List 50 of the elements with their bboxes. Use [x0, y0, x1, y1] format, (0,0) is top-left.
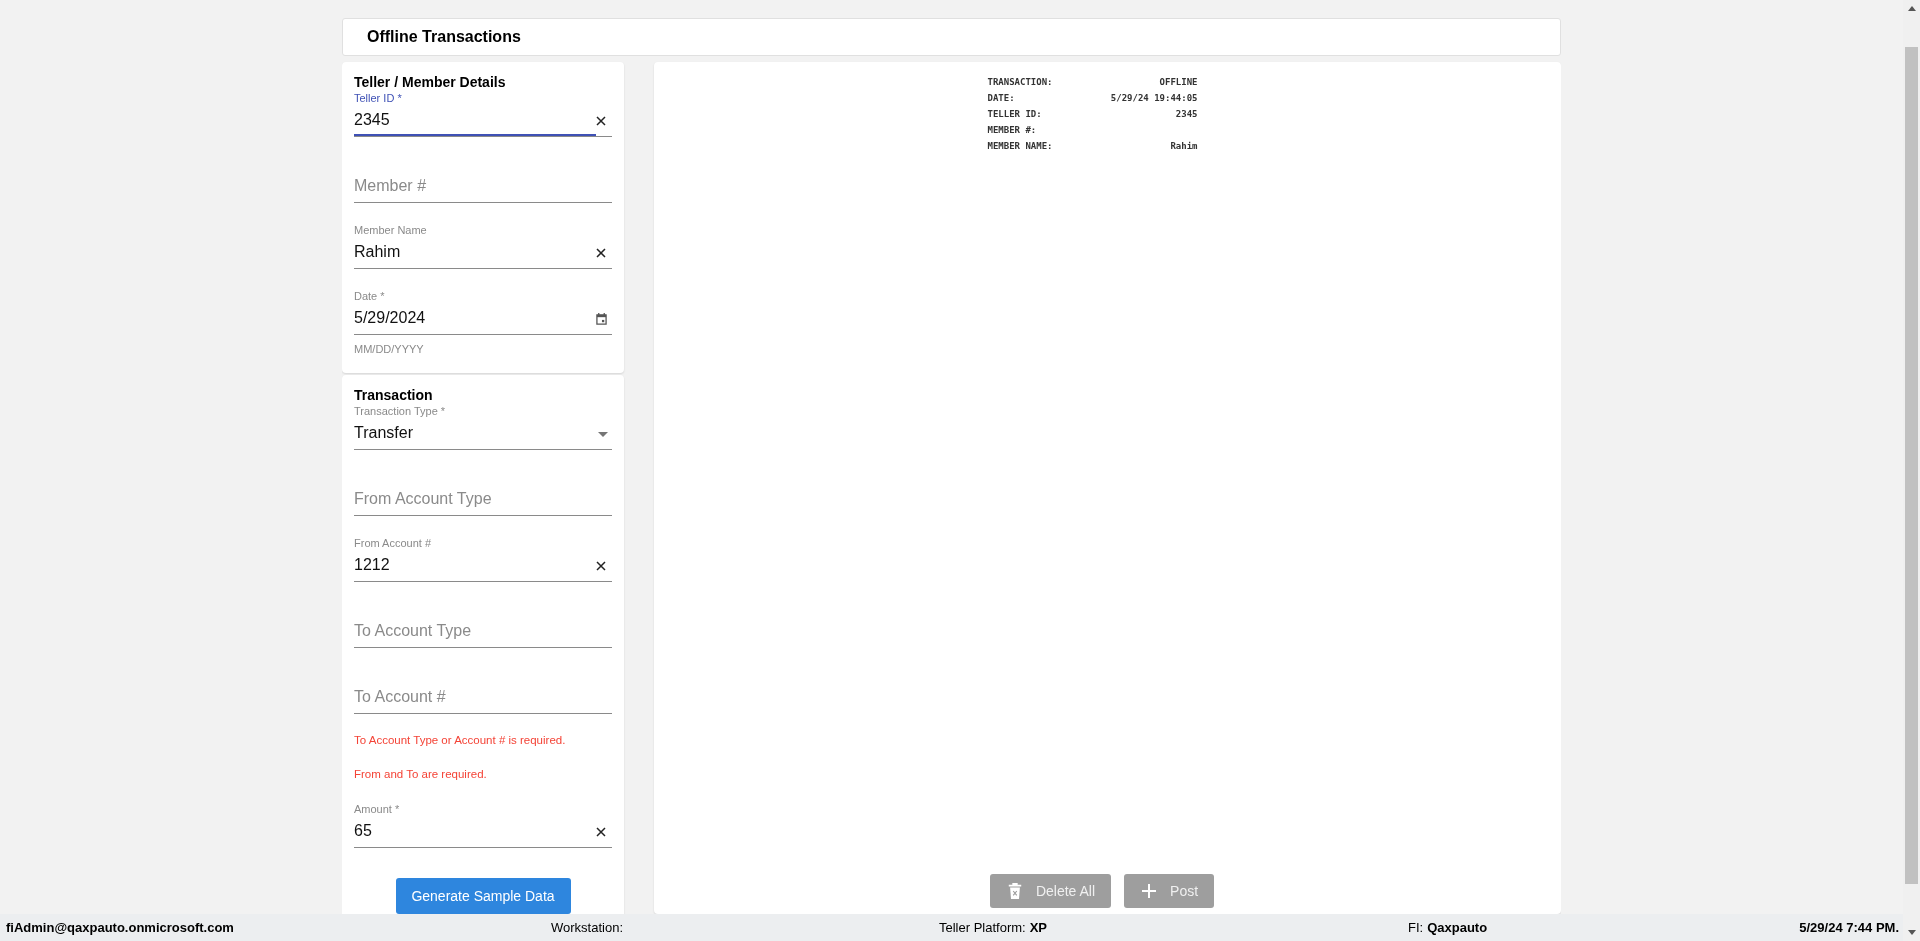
date-field[interactable]: 5/29/2024: [354, 304, 596, 334]
clear-icon[interactable]: [596, 248, 606, 258]
plus-icon: [1142, 883, 1157, 899]
receipt-label: DATE:: [987, 92, 1015, 105]
dropdown-field[interactable]: Transfer: [354, 419, 598, 449]
input-field[interactable]: To Account Type: [354, 617, 612, 647]
section-title: Teller / Member Details: [354, 74, 507, 90]
receipt-label: TRANSACTION:: [987, 76, 1053, 89]
clear-icon[interactable]: [596, 116, 606, 126]
receipt-label: MEMBER NAME:: [987, 140, 1053, 153]
field-label: Amount *: [354, 802, 401, 817]
input-field[interactable]: From Account Type: [354, 485, 612, 515]
error-message: From and To are required.: [354, 767, 488, 781]
scroll-down-icon[interactable]: [1907, 930, 1916, 935]
user-email: fiAdmin@qaxpauto.onmicrosoft.com: [6, 920, 234, 935]
status-label: Teller Platform:: [939, 920, 1026, 935]
status-label: FI:: [1408, 920, 1424, 935]
receipt-value: 5/29/24 19:44:05: [1110, 92, 1198, 105]
trash-icon: [1007, 883, 1022, 899]
status-value: XP: [1029, 920, 1048, 935]
input-field[interactable]: 65: [354, 817, 596, 847]
input-field[interactable]: To Account #: [354, 683, 612, 713]
generate-button[interactable]: Generate Sample Data: [395, 878, 571, 914]
input-field[interactable]: Rahim: [354, 238, 596, 268]
scroll-up-icon[interactable]: [1907, 6, 1916, 11]
field-label: Member Name: [354, 223, 428, 238]
field-label: Teller ID *: [354, 91, 403, 106]
receipt-label: MEMBER #:: [987, 124, 1037, 137]
section-title: Transaction: [354, 387, 434, 403]
field-label: From Account #: [354, 536, 433, 551]
status-label: Workstation:: [551, 920, 623, 935]
error-message: To Account Type or Account # is required.: [354, 733, 567, 747]
clear-icon[interactable]: [596, 561, 606, 571]
field-label: Date *: [354, 289, 386, 304]
field-hint: MM/DD/YYYY: [354, 343, 425, 355]
receipt-label: TELLER ID:: [987, 108, 1042, 121]
receipt-value: OFFLINE: [1159, 76, 1198, 89]
field-label: Transaction Type *: [354, 404, 447, 419]
input-field[interactable]: 1212: [354, 551, 596, 581]
input-field[interactable]: 2345: [354, 106, 596, 136]
status-value: Qaxpauto: [1427, 920, 1488, 935]
caret-icon[interactable]: [598, 431, 608, 437]
clear-icon[interactable]: [596, 827, 606, 837]
scrollbar-thumb[interactable]: [1905, 47, 1918, 884]
status-time: 5/29/24 7:44 PM.: [1799, 920, 1899, 935]
calendar-icon[interactable]: [596, 313, 607, 325]
receipt-value: Rahim: [1170, 140, 1198, 153]
receipt-value: 2345: [1175, 108, 1198, 121]
input-field[interactable]: Member #: [354, 172, 612, 202]
page-title: Offline Transactions: [367, 28, 521, 46]
